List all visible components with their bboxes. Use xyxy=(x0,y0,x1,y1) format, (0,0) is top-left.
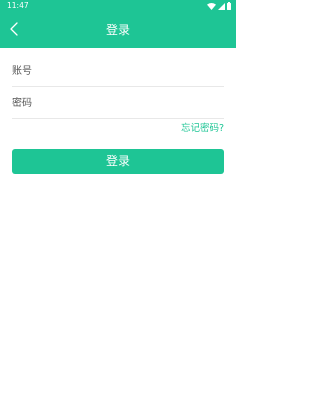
account-input[interactable] xyxy=(12,56,224,86)
app-header: 11:47 登录 xyxy=(0,0,236,48)
forgot-password-link[interactable]: 忘记密码? xyxy=(181,122,224,136)
status-icons xyxy=(207,2,231,10)
page-title: 登录 xyxy=(105,23,130,37)
password-input[interactable] xyxy=(12,88,224,118)
status-time: 11:47 xyxy=(7,1,29,10)
status-bar: 11:47 xyxy=(0,0,236,12)
wifi-icon xyxy=(207,2,216,10)
battery-icon xyxy=(227,2,231,10)
password-row xyxy=(12,88,224,119)
account-row xyxy=(12,56,224,87)
signal-icon xyxy=(218,2,225,10)
login-button[interactable]: 登录 xyxy=(12,149,224,174)
